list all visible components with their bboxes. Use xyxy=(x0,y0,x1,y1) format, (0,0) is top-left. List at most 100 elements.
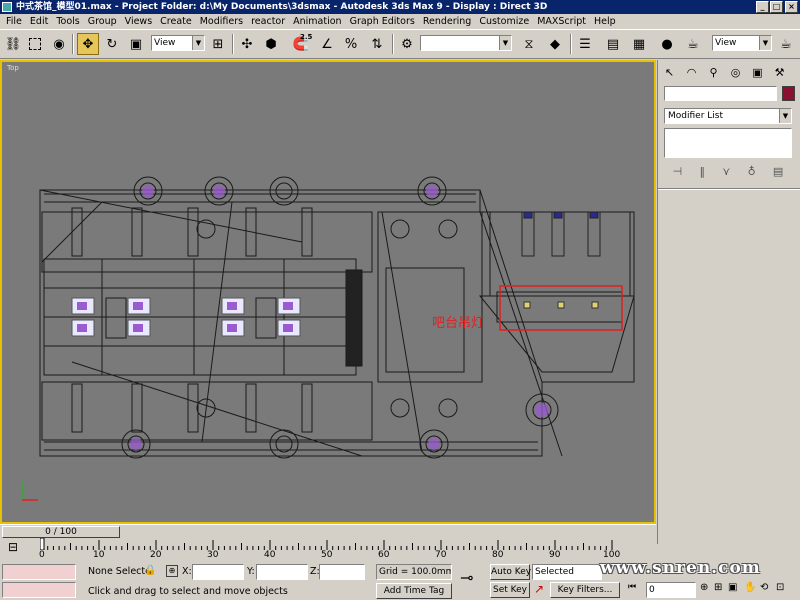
add-time-tag-button[interactable]: Add Time Tag xyxy=(376,583,452,599)
spinner-snap-icon[interactable]: ⇅ xyxy=(366,33,388,55)
tick-label: 10 xyxy=(93,550,105,560)
auto-key-button[interactable]: Auto Key xyxy=(490,564,531,580)
render-type-select[interactable]: View ▼ xyxy=(712,35,772,51)
pivot-center-icon[interactable]: ⊞ xyxy=(207,33,229,55)
pan-icon[interactable]: ✋ xyxy=(744,582,756,593)
maximize-viewport-icon[interactable]: ⊡ xyxy=(776,582,784,593)
menu-graph-editors[interactable]: Graph Editors xyxy=(346,16,419,27)
menu-help[interactable]: Help xyxy=(590,16,620,27)
select-manipulate-icon[interactable]: ✣ xyxy=(236,33,258,55)
menu-customize[interactable]: Customize xyxy=(475,16,533,27)
object-color-swatch[interactable] xyxy=(782,86,795,101)
main-toolbar: ⛓ ◉ ✥ ↻ ▣ View ▼ ⊞ ✣ ⬢ 🧲 2.5 ∠ % ⇅ ⚙ ▼ ⧖ … xyxy=(0,29,800,59)
x-coordinate-field[interactable] xyxy=(192,564,244,580)
select-rotate-icon[interactable]: ↻ xyxy=(101,33,123,55)
angle-snap-icon[interactable]: ∠ xyxy=(316,33,338,55)
select-scale-icon[interactable]: ▣ xyxy=(125,33,147,55)
absolute-mode-icon[interactable]: ⊕ xyxy=(166,565,178,577)
select-object-icon[interactable]: ◉ xyxy=(48,33,70,55)
maxscript-listener-bottom[interactable] xyxy=(2,582,76,598)
modifier-stack[interactable] xyxy=(664,128,792,158)
close-button[interactable]: × xyxy=(785,1,798,13)
schematic-view-icon[interactable]: ▦ xyxy=(628,33,650,55)
set-key-button[interactable]: Set Key xyxy=(490,582,530,598)
show-end-result-icon[interactable]: ‖ xyxy=(699,165,705,178)
go-to-start-icon[interactable]: ⏮ xyxy=(628,582,636,592)
display-tab-icon[interactable]: ▣ xyxy=(748,64,767,81)
menu-maxscript[interactable]: MAXScript xyxy=(533,16,590,27)
tick-label: 20 xyxy=(150,550,162,560)
motion-tab-icon[interactable]: ◎ xyxy=(726,64,745,81)
maxscript-listener-top[interactable] xyxy=(2,564,76,580)
align-icon[interactable]: ◆ xyxy=(544,33,566,55)
mirror-icon[interactable]: ⧖ xyxy=(518,33,540,55)
dropdown-arrow-icon: ▼ xyxy=(192,36,204,50)
stack-controls: ⊣ ‖ ⋎ ♁ ▤ xyxy=(664,162,792,180)
annotation-label: 吧台吊灯 xyxy=(432,316,485,331)
tick-label: 80 xyxy=(492,550,504,560)
snap-spinner-label: 2.5 xyxy=(300,33,313,41)
time-slider[interactable]: 0 / 100 xyxy=(0,524,656,538)
make-unique-icon[interactable]: ⋎ xyxy=(722,165,730,178)
menu-group[interactable]: Group xyxy=(84,16,121,27)
top-viewport[interactable]: Top 吧台吊灯 xyxy=(2,62,654,522)
reference-coord-select[interactable]: View ▼ xyxy=(151,35,205,51)
lock-icon[interactable]: 🔒 xyxy=(144,565,156,576)
configure-sets-icon[interactable]: ▤ xyxy=(773,165,783,178)
modify-tab-icon[interactable]: ◠ xyxy=(682,64,701,81)
dropdown-arrow-icon: ▼ xyxy=(779,109,791,123)
object-name-field[interactable] xyxy=(664,86,777,101)
y-coordinate-field[interactable] xyxy=(256,564,308,580)
key-mode-select[interactable]: Selected xyxy=(532,564,602,580)
layer-manager-icon[interactable]: ☰ xyxy=(574,33,596,55)
create-tab-icon[interactable]: ↖ xyxy=(660,64,679,81)
curve-editor-icon[interactable]: ▤ xyxy=(602,33,624,55)
select-region-icon[interactable] xyxy=(24,33,46,55)
quick-render-icon[interactable]: ☕ xyxy=(775,33,797,55)
remove-modifier-icon[interactable]: ♁ xyxy=(748,165,756,178)
wireframe-model xyxy=(21,176,635,501)
menu-modifiers[interactable]: Modifiers xyxy=(196,16,247,27)
grid-size: Grid = 100.0mm xyxy=(376,564,452,580)
key-tangent-icon[interactable]: ↗ xyxy=(534,582,544,596)
track-bar[interactable]: ⊟ 0 10 20 30 40 50 60 70 80 90 100 xyxy=(0,538,656,562)
menu-reactor[interactable]: reactor xyxy=(247,16,289,27)
minimize-button[interactable]: _ xyxy=(756,1,769,13)
hierarchy-tab-icon[interactable]: ⚲ xyxy=(704,64,723,81)
material-editor-icon[interactable]: ● xyxy=(656,33,678,55)
pin-stack-icon[interactable]: ⊣ xyxy=(673,165,683,178)
keyboard-shortcut-icon[interactable]: ⬢ xyxy=(260,33,282,55)
rollout-divider xyxy=(658,188,800,190)
zoom-extents-icon[interactable]: ▣ xyxy=(728,582,737,593)
menu-rendering[interactable]: Rendering xyxy=(419,16,476,27)
current-frame-field[interactable]: 0 xyxy=(646,582,696,598)
time-slider-thumb[interactable]: 0 / 100 xyxy=(2,526,120,538)
menu-file[interactable]: File xyxy=(2,16,26,27)
tick-label: 50 xyxy=(321,550,333,560)
menu-create[interactable]: Create xyxy=(156,16,196,27)
maximize-button[interactable]: □ xyxy=(770,1,783,13)
modifier-list-select[interactable]: Modifier List ▼ xyxy=(664,108,792,124)
menu-tools[interactable]: Tools xyxy=(52,16,83,27)
percent-snap-icon[interactable]: % xyxy=(340,33,362,55)
track-ruler xyxy=(40,538,613,550)
render-scene-icon[interactable]: ☕ xyxy=(682,33,704,55)
zoom-all-icon[interactable]: ⊞ xyxy=(714,582,722,593)
key-icon[interactable]: ⊸ xyxy=(460,568,473,587)
menu-views[interactable]: Views xyxy=(121,16,157,27)
menu-edit[interactable]: Edit xyxy=(26,16,52,27)
tick-label: 60 xyxy=(378,550,390,560)
selection-status: None Selecte xyxy=(88,566,151,577)
named-selection-select[interactable]: ▼ xyxy=(420,35,512,51)
zoom-icon[interactable]: ⊕ xyxy=(700,582,708,593)
key-filters-button[interactable]: Key Filters... xyxy=(550,582,620,598)
z-coordinate-field[interactable] xyxy=(319,564,365,580)
menu-animation[interactable]: Animation xyxy=(289,16,345,27)
edit-named-selection-icon[interactable]: ⚙ xyxy=(396,33,418,55)
dropdown-arrow-icon: ▼ xyxy=(759,36,771,50)
track-bar-icon[interactable]: ⊟ xyxy=(8,540,18,554)
select-link-icon[interactable]: ⛓ xyxy=(2,33,24,55)
arc-rotate-icon[interactable]: ⟲ xyxy=(760,582,768,593)
utilities-tab-icon[interactable]: ⚒ xyxy=(770,64,789,81)
select-move-icon[interactable]: ✥ xyxy=(77,33,99,55)
